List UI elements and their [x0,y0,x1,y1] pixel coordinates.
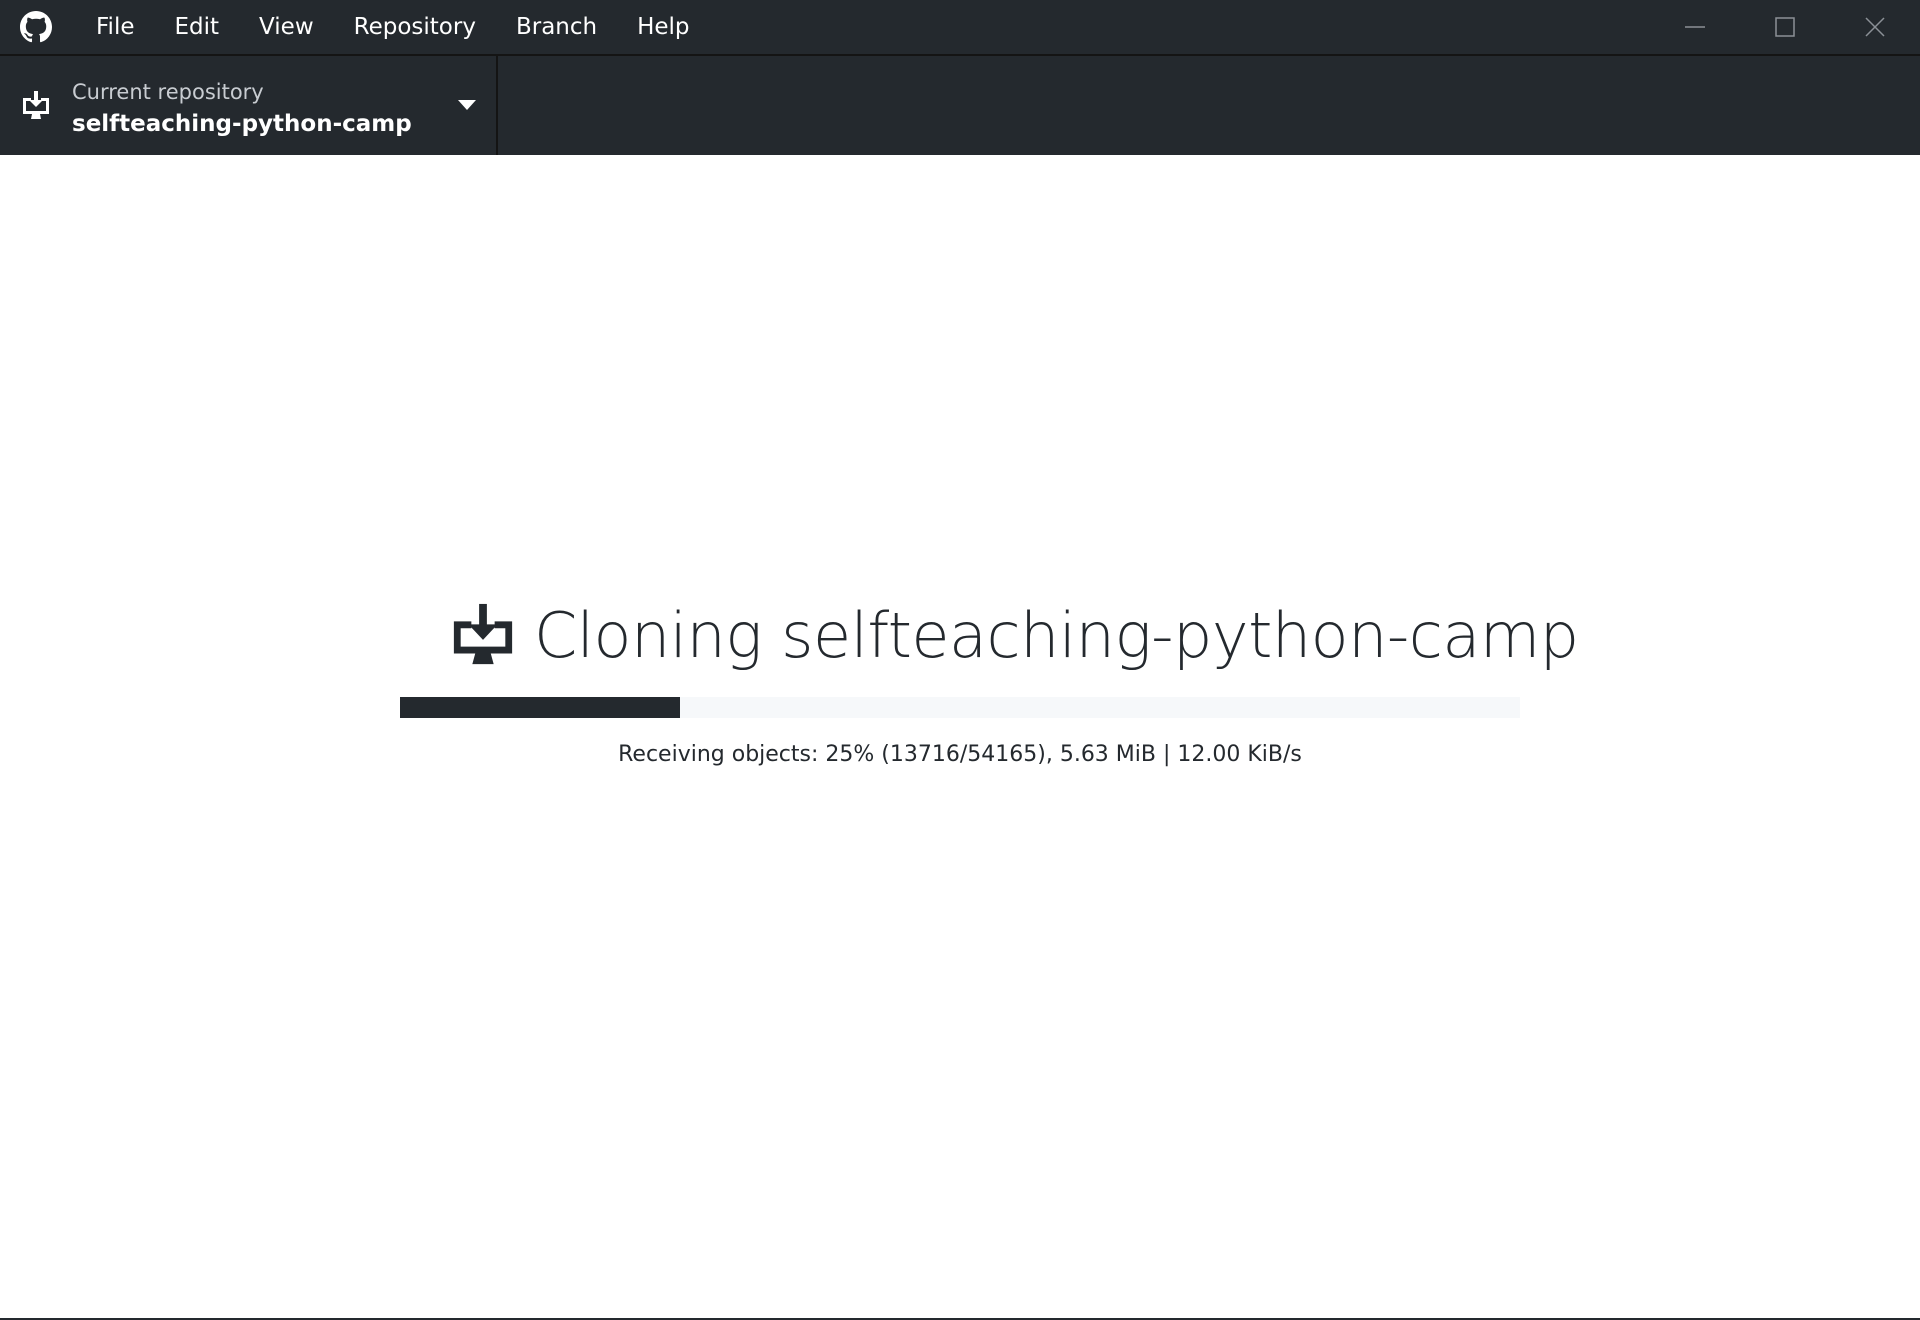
menu-file[interactable]: File [76,0,155,54]
cloning-title: Cloning selfteaching-python-camp [534,598,1579,672]
maximize-button[interactable] [1740,0,1830,54]
menu-repository[interactable]: Repository [334,0,496,54]
window-controls [1650,0,1920,54]
clone-progress-fill [400,697,680,718]
current-repository-label: Current repository [72,80,264,104]
current-repository-name: selfteaching-python-camp [72,111,412,137]
menu-branch[interactable]: Branch [496,0,617,54]
close-button[interactable] [1830,0,1920,54]
triangle-down-icon [458,100,476,110]
toolbar: Current repository selfteaching-python-c… [0,54,1920,155]
cloning-heading: Cloning selfteaching-python-camp [450,590,1579,680]
menu-view[interactable]: View [239,0,334,54]
minimize-icon [1685,26,1705,28]
desktop-download-icon [23,91,49,119]
desktop-download-icon [453,603,513,665]
github-octocat-icon[interactable] [20,11,52,43]
clone-progress-description: Receiving objects: 25% (13716/54165), 5.… [618,742,1302,767]
maximize-icon [1775,17,1795,37]
clone-progress-bar [400,697,1520,718]
menu-bar: File Edit View Repository Branch Help [76,0,710,54]
menu-help[interactable]: Help [617,0,709,54]
current-repository-selector[interactable]: Current repository selfteaching-python-c… [0,56,498,155]
title-bar: File Edit View Repository Branch Help [0,0,1920,54]
menu-edit[interactable]: Edit [155,0,240,54]
close-icon [1865,17,1885,37]
minimize-button[interactable] [1650,0,1740,54]
